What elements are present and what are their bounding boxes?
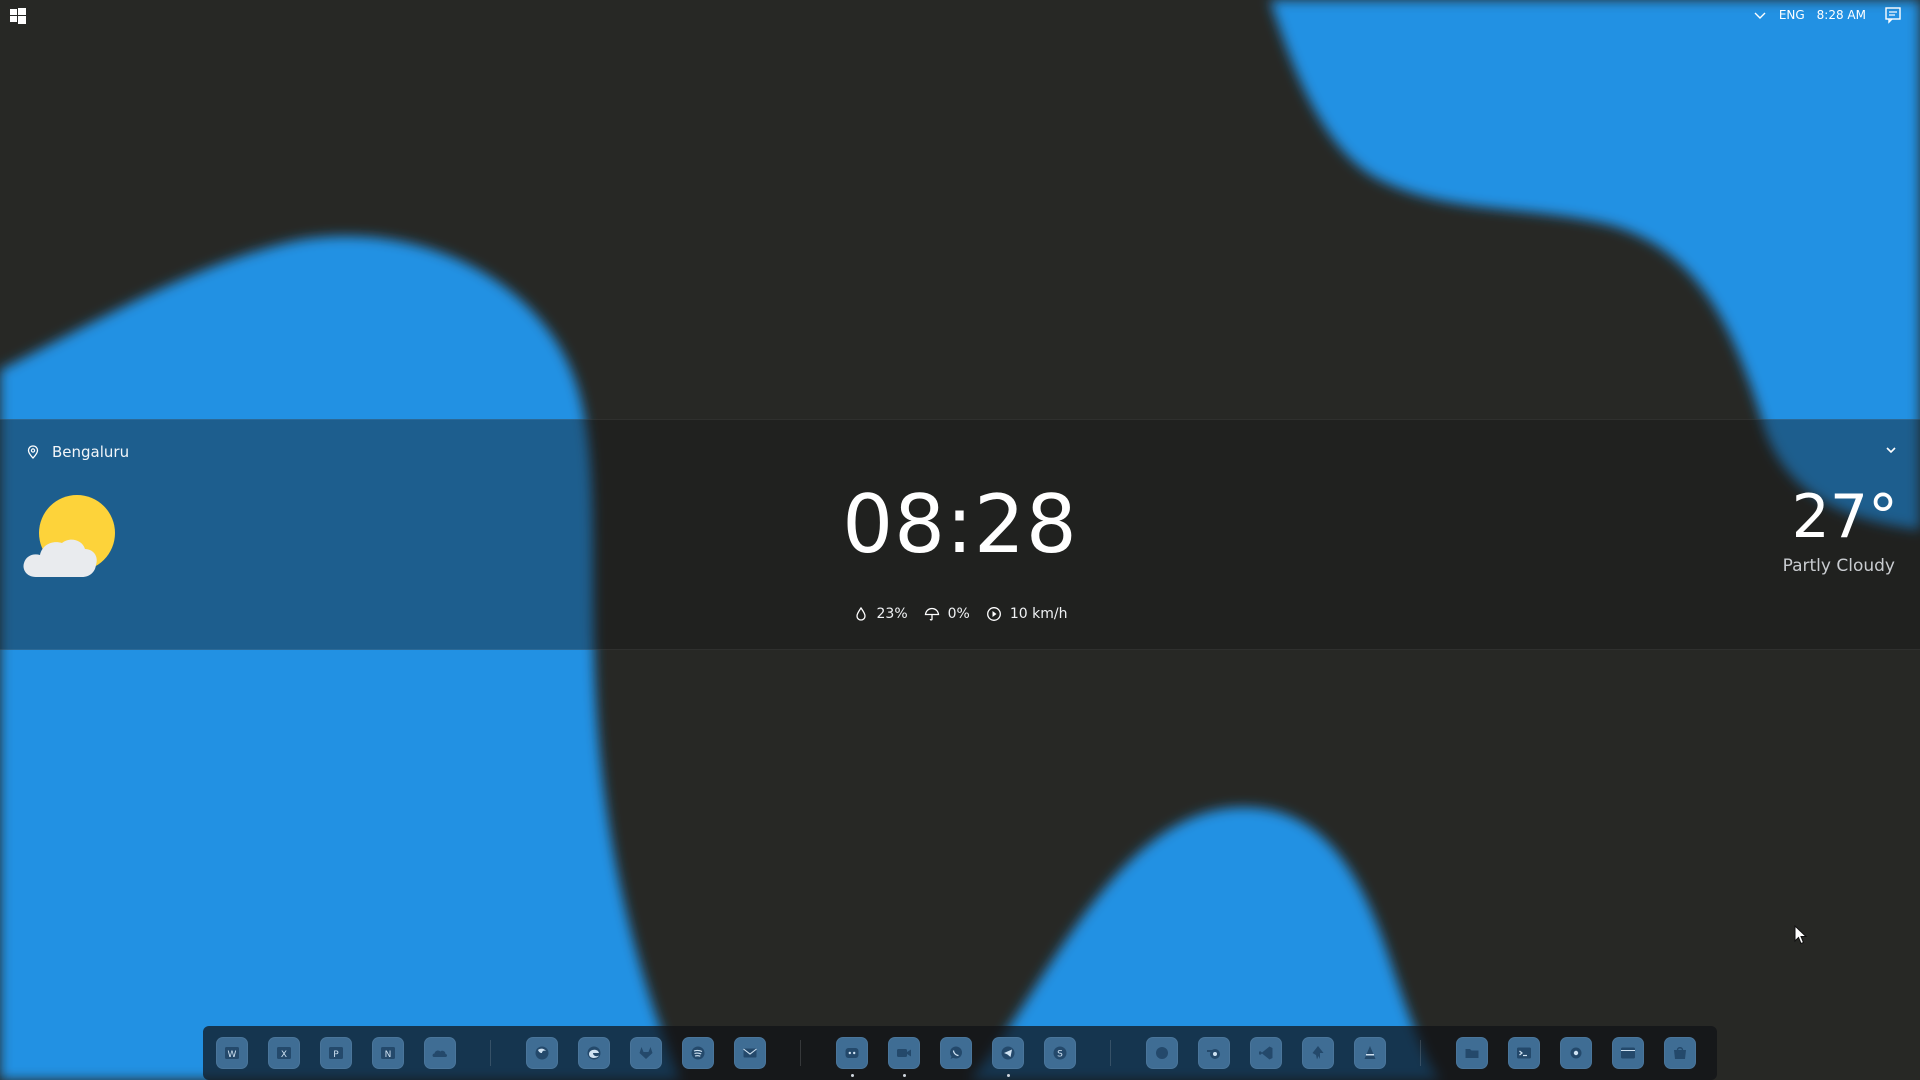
- wind-value: 10 km/h: [1009, 606, 1068, 622]
- precipitation-stat: 0%: [924, 606, 970, 622]
- app-blob-icon[interactable]: [1146, 1037, 1178, 1069]
- app-dock: W X P N S: [203, 1026, 1717, 1080]
- notification-center-icon[interactable]: [1884, 6, 1902, 24]
- water-drop-icon: [855, 606, 866, 621]
- running-indicator: [1007, 1074, 1010, 1077]
- location-row[interactable]: Bengaluru: [26, 443, 129, 461]
- svg-text:S: S: [1057, 1050, 1063, 1060]
- language-indicator[interactable]: ENG: [1779, 8, 1805, 22]
- skype-icon[interactable]: S: [1044, 1037, 1076, 1069]
- inkscape-icon[interactable]: [1302, 1037, 1334, 1069]
- wind-stat: 10 km/h: [986, 606, 1068, 622]
- svg-text:N: N: [385, 1050, 392, 1060]
- precipitation-value: 0%: [947, 606, 970, 622]
- umbrella-icon: [924, 607, 939, 621]
- weather-stats: 23% 0% 10 km/h: [0, 606, 1920, 622]
- dock-separator: [490, 1040, 491, 1066]
- chevron-down-icon[interactable]: [1884, 443, 1898, 457]
- partly-cloudy-icon: [23, 495, 115, 577]
- humidity-stat: 23%: [853, 606, 908, 622]
- discord-icon[interactable]: [836, 1037, 868, 1069]
- dock-separator: [800, 1040, 801, 1066]
- system-tray: ENG 8:28 AM: [1753, 0, 1902, 30]
- svg-text:W: W: [228, 1050, 237, 1060]
- svg-text:P: P: [333, 1050, 339, 1060]
- running-indicator: [903, 1074, 906, 1077]
- whatsapp-icon[interactable]: [940, 1037, 972, 1069]
- zoom-icon[interactable]: [888, 1037, 920, 1069]
- powerpoint-icon[interactable]: P: [320, 1037, 352, 1069]
- file-explorer-icon[interactable]: [1456, 1037, 1488, 1069]
- terminal-icon[interactable]: [1508, 1037, 1540, 1069]
- running-indicator: [851, 1074, 854, 1077]
- dock-separator: [1420, 1040, 1421, 1066]
- blender-icon[interactable]: [1198, 1037, 1230, 1069]
- location-pin-icon: [27, 445, 39, 459]
- humidity-value: 23%: [876, 606, 908, 622]
- onenote-icon[interactable]: N: [372, 1037, 404, 1069]
- settings-icon[interactable]: [1560, 1037, 1592, 1069]
- mail-icon[interactable]: [734, 1037, 766, 1069]
- tray-clock[interactable]: 8:28 AM: [1817, 8, 1866, 22]
- wind-direction-icon: [986, 607, 1001, 621]
- clock-display: 08:28: [842, 478, 1078, 571]
- firefox-icon[interactable]: [526, 1037, 558, 1069]
- temperature-value: 27°: [1791, 482, 1898, 552]
- window-app-icon[interactable]: [1612, 1037, 1644, 1069]
- onedrive-icon[interactable]: [424, 1037, 456, 1069]
- windows-start-icon[interactable]: [10, 8, 26, 24]
- vscode-icon[interactable]: [1250, 1037, 1282, 1069]
- dock-separator: [1110, 1040, 1111, 1066]
- edge-icon[interactable]: [578, 1037, 610, 1069]
- gitlab-icon[interactable]: [630, 1037, 662, 1069]
- top-bar: ENG 8:28 AM: [0, 0, 1920, 30]
- telegram-icon[interactable]: [992, 1037, 1024, 1069]
- store-icon[interactable]: [1664, 1037, 1696, 1069]
- spotify-icon[interactable]: [682, 1037, 714, 1069]
- location-name: Bengaluru: [52, 443, 130, 461]
- svg-text:X: X: [281, 1050, 287, 1060]
- weather-widget: Bengaluru 08:28 23% 0% 10 km/h 27° Partl…: [0, 419, 1920, 650]
- word-icon[interactable]: W: [216, 1037, 248, 1069]
- chevron-down-icon[interactable]: [1753, 8, 1767, 22]
- weather-condition: Partly Cloudy: [1782, 556, 1895, 576]
- mouse-cursor-icon: [1794, 925, 1808, 945]
- excel-icon[interactable]: X: [268, 1037, 300, 1069]
- vlc-icon[interactable]: [1354, 1037, 1386, 1069]
